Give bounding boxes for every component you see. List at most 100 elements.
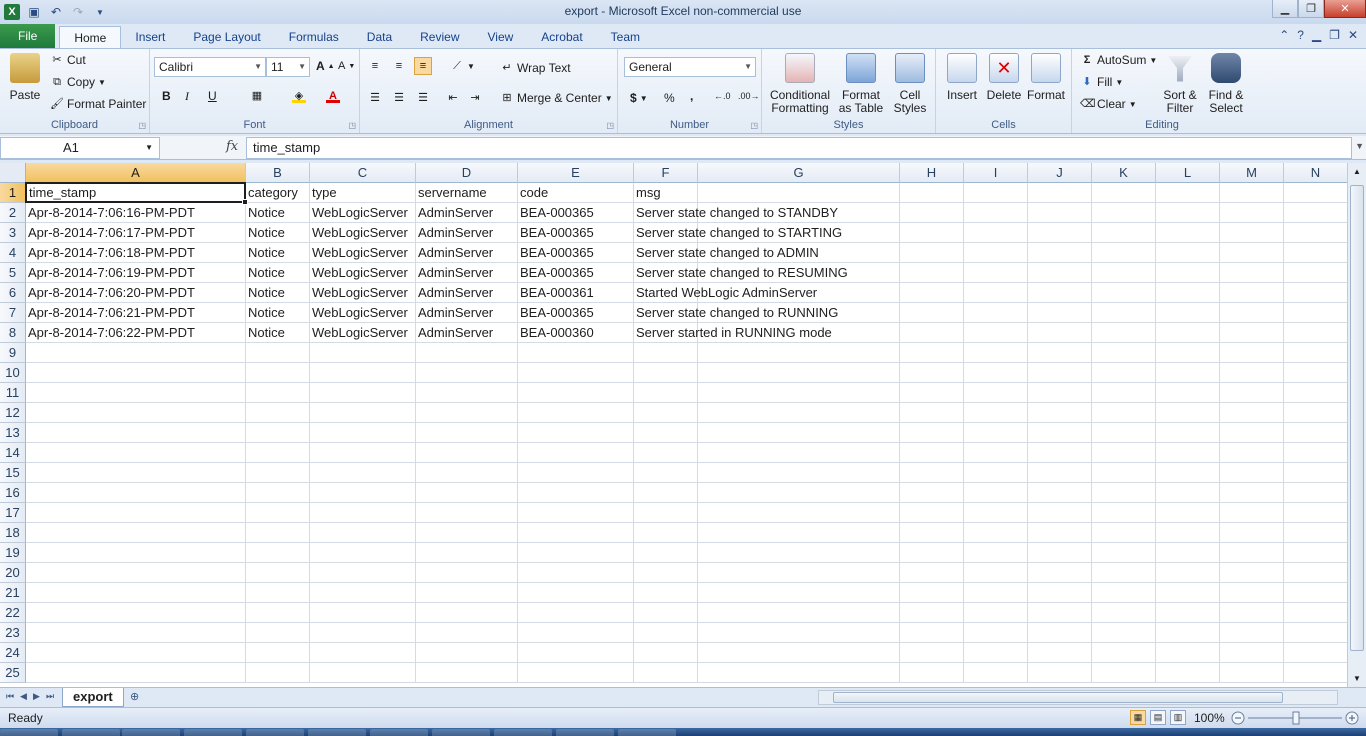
cell-c13[interactable] xyxy=(310,423,416,443)
page-layout-view-icon[interactable]: ▤ xyxy=(1150,710,1166,725)
cell-b20[interactable] xyxy=(246,563,310,583)
fill-color-button[interactable]: ◈ xyxy=(292,89,306,103)
cell-c24[interactable] xyxy=(310,643,416,663)
cell-f7[interactable]: Server state changed to RUNNING xyxy=(634,303,838,323)
cell-j11[interactable] xyxy=(1028,383,1092,403)
cell-l8[interactable] xyxy=(1156,323,1220,343)
cell-i14[interactable] xyxy=(964,443,1028,463)
tab-acrobat[interactable]: Acrobat xyxy=(527,26,596,48)
cell-f6[interactable]: Started WebLogic AdminServer xyxy=(634,283,817,303)
cell-k17[interactable] xyxy=(1092,503,1156,523)
cell-e13[interactable] xyxy=(518,423,634,443)
insert-sheet-icon[interactable]: ⊕ xyxy=(130,690,139,703)
borders-button[interactable]: ▦ xyxy=(250,89,264,103)
cell-n6[interactable] xyxy=(1284,283,1347,303)
cell-g2[interactable] xyxy=(698,203,900,223)
cell-c8[interactable]: WebLogicServer xyxy=(310,323,416,343)
orientation-button[interactable]: ⟋ ▼ xyxy=(450,59,475,73)
cell-h15[interactable] xyxy=(900,463,964,483)
cell-b9[interactable] xyxy=(246,343,310,363)
cell-c23[interactable] xyxy=(310,623,416,643)
cell-n5[interactable] xyxy=(1284,263,1347,283)
decrease-indent-button[interactable]: ⇤ xyxy=(446,91,460,105)
cell-d2[interactable]: AdminServer xyxy=(416,203,518,223)
cell-j21[interactable] xyxy=(1028,583,1092,603)
sheet-tab-export[interactable]: export xyxy=(62,688,124,707)
cell-g9[interactable] xyxy=(698,343,900,363)
cell-c21[interactable] xyxy=(310,583,416,603)
cell-f22[interactable] xyxy=(634,603,698,623)
cell-d23[interactable] xyxy=(416,623,518,643)
cell-k20[interactable] xyxy=(1092,563,1156,583)
cell-l11[interactable] xyxy=(1156,383,1220,403)
cell-g1[interactable] xyxy=(698,183,900,203)
cell-a2[interactable]: Apr-8-2014-7:06:16-PM-PDT xyxy=(26,203,246,223)
cell-n20[interactable] xyxy=(1284,563,1347,583)
cell-a7[interactable]: Apr-8-2014-7:06:21-PM-PDT xyxy=(26,303,246,323)
cell-b19[interactable] xyxy=(246,543,310,563)
cell-c5[interactable]: WebLogicServer xyxy=(310,263,416,283)
undo-icon[interactable]: ↶ xyxy=(48,4,64,20)
row-header-25[interactable]: 25 xyxy=(0,663,26,683)
cell-c18[interactable] xyxy=(310,523,416,543)
cell-j19[interactable] xyxy=(1028,543,1092,563)
number-launcher-icon[interactable]: ◳ xyxy=(750,121,758,130)
cell-i18[interactable] xyxy=(964,523,1028,543)
cell-n8[interactable] xyxy=(1284,323,1347,343)
cell-g16[interactable] xyxy=(698,483,900,503)
cell-i8[interactable] xyxy=(964,323,1028,343)
cell-f5[interactable]: Server state changed to RESUMING xyxy=(634,263,848,283)
cell-c1[interactable]: type xyxy=(310,183,416,203)
row-header-7[interactable]: 7 xyxy=(0,303,26,323)
cell-a17[interactable] xyxy=(26,503,246,523)
column-header-a[interactable]: A xyxy=(26,163,246,183)
cell-e19[interactable] xyxy=(518,543,634,563)
cell-d24[interactable] xyxy=(416,643,518,663)
cell-d9[interactable] xyxy=(416,343,518,363)
cell-e22[interactable] xyxy=(518,603,634,623)
cell-l16[interactable] xyxy=(1156,483,1220,503)
row-header-5[interactable]: 5 xyxy=(0,263,26,283)
cell-b23[interactable] xyxy=(246,623,310,643)
cell-j25[interactable] xyxy=(1028,663,1092,683)
cell-k13[interactable] xyxy=(1092,423,1156,443)
cell-l10[interactable] xyxy=(1156,363,1220,383)
cell-b14[interactable] xyxy=(246,443,310,463)
cell-e20[interactable] xyxy=(518,563,634,583)
cell-d15[interactable] xyxy=(416,463,518,483)
cell-b18[interactable] xyxy=(246,523,310,543)
cell-c11[interactable] xyxy=(310,383,416,403)
cell-f9[interactable] xyxy=(634,343,698,363)
cell-n11[interactable] xyxy=(1284,383,1347,403)
cell-k14[interactable] xyxy=(1092,443,1156,463)
cell-m14[interactable] xyxy=(1220,443,1284,463)
scroll-down-icon[interactable]: ▼ xyxy=(1353,674,1361,683)
cell-a11[interactable] xyxy=(26,383,246,403)
cell-h17[interactable] xyxy=(900,503,964,523)
row-header-11[interactable]: 11 xyxy=(0,383,26,403)
cell-k22[interactable] xyxy=(1092,603,1156,623)
cell-l2[interactable] xyxy=(1156,203,1220,223)
cell-e24[interactable] xyxy=(518,643,634,663)
cell-h14[interactable] xyxy=(900,443,964,463)
cell-m12[interactable] xyxy=(1220,403,1284,423)
cell-f16[interactable] xyxy=(634,483,698,503)
column-header-h[interactable]: H xyxy=(900,163,964,183)
row-header-19[interactable]: 19 xyxy=(0,543,26,563)
taskbar-item[interactable] xyxy=(246,729,304,736)
cell-i11[interactable] xyxy=(964,383,1028,403)
cell-d21[interactable] xyxy=(416,583,518,603)
sort-filter-button[interactable]: Sort & Filter xyxy=(1160,53,1200,115)
cell-g18[interactable] xyxy=(698,523,900,543)
cell-m2[interactable] xyxy=(1220,203,1284,223)
taskbar-item[interactable] xyxy=(122,729,180,736)
cell-d7[interactable]: AdminServer xyxy=(416,303,518,323)
column-header-n[interactable]: N xyxy=(1284,163,1347,183)
cell-e25[interactable] xyxy=(518,663,634,683)
cell-k8[interactable] xyxy=(1092,323,1156,343)
cell-i13[interactable] xyxy=(964,423,1028,443)
cell-b12[interactable] xyxy=(246,403,310,423)
start-button[interactable] xyxy=(0,729,58,736)
cell-l9[interactable] xyxy=(1156,343,1220,363)
find-select-button[interactable]: Find & Select xyxy=(1204,53,1248,115)
